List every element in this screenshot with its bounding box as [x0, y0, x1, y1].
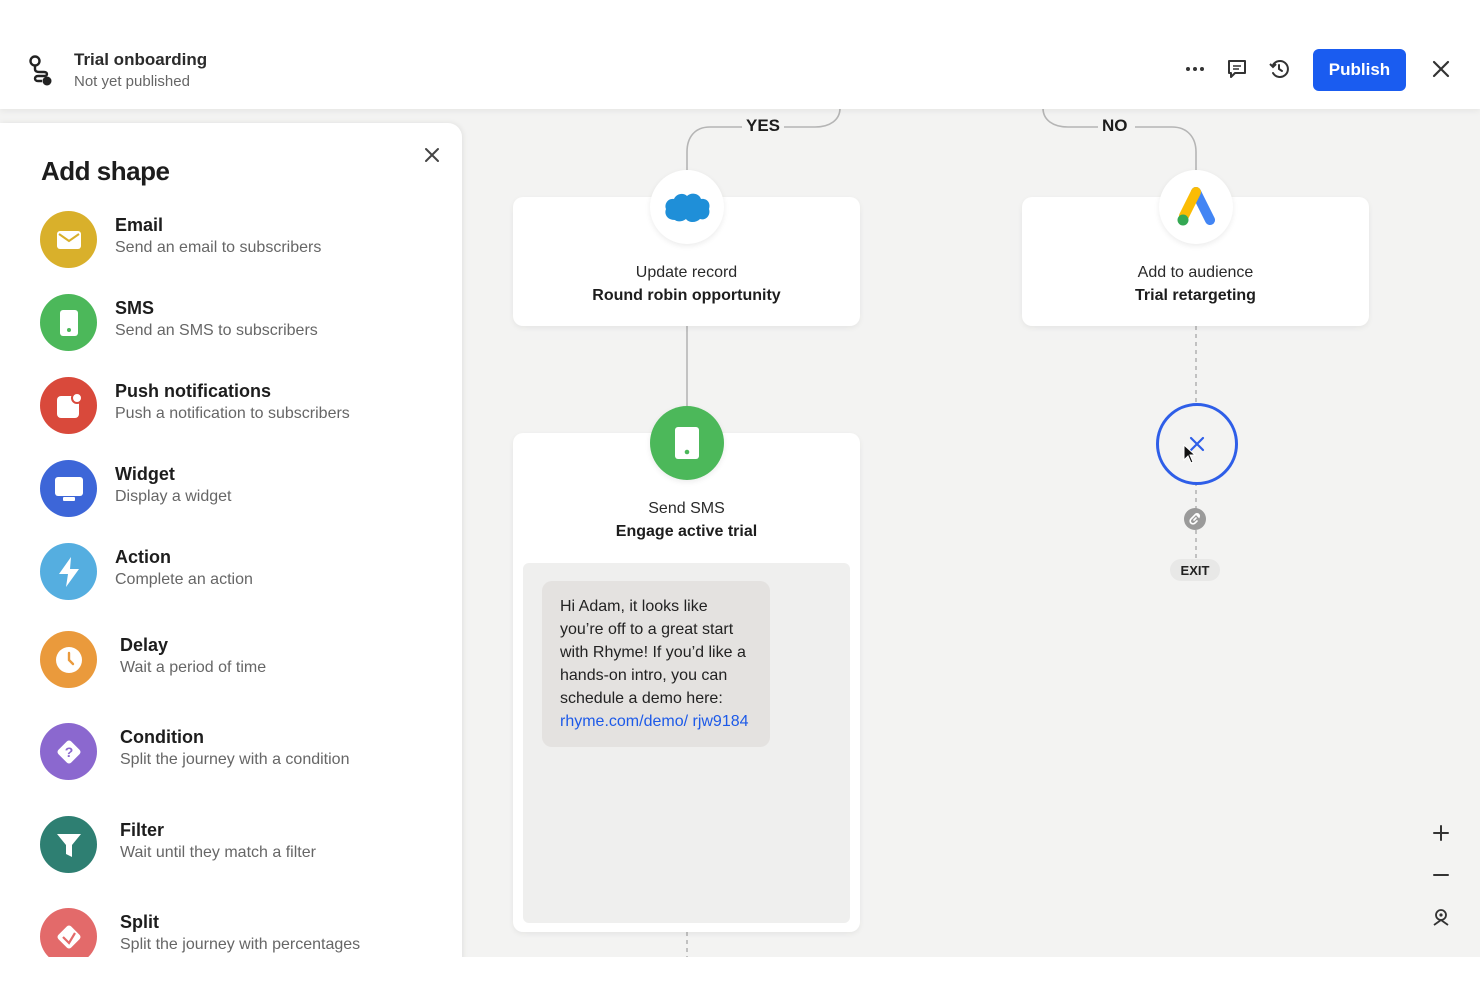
shape-email[interactable]: Email Send an email to subscribers: [40, 211, 440, 271]
shape-name: Filter: [120, 820, 165, 840]
shape-widget[interactable]: Widget Display a widget: [40, 460, 440, 520]
shape-name: Split: [120, 912, 159, 932]
bolt-icon: [40, 543, 97, 600]
filter-icon: [40, 816, 97, 873]
shape-desc: Send an email to subscribers: [115, 239, 322, 256]
sms-message-bubble: Hi Adam, it looks like you’re off to a g…: [542, 581, 770, 747]
shape-name: Delay: [120, 635, 169, 655]
node-name-label: Engage active trial: [615, 523, 758, 540]
exit-badge: EXIT: [1170, 559, 1220, 581]
google-ads-icon: [1159, 170, 1233, 244]
phone-icon: [650, 406, 724, 480]
sms-message-link[interactable]: rhyme.com/demo/ rjw9184: [560, 713, 749, 730]
email-icon: [40, 211, 97, 268]
link-icon[interactable]: [1184, 508, 1206, 530]
shape-desc: Complete an action: [115, 571, 253, 588]
send-sms-node[interactable]: Send SMS Engage active trial Hi Adam, it…: [513, 433, 860, 932]
more-icon[interactable]: [1182, 56, 1208, 82]
shape-delay[interactable]: Delay Wait a period of time: [40, 631, 440, 691]
node-type-label: Update record: [635, 264, 738, 281]
close-panel-button[interactable]: [420, 143, 444, 167]
salesforce-icon: [650, 170, 724, 244]
no-branch-label: NO: [1098, 116, 1132, 136]
shape-name: Action: [115, 547, 171, 567]
shape-sms[interactable]: SMS Send an SMS to subscribers: [40, 294, 440, 354]
shape-condition[interactable]: ? Condition Split the journey with a con…: [40, 723, 440, 783]
journey-title: Trial onboarding: [74, 50, 208, 69]
shape-desc: Split the journey with a condition: [120, 751, 350, 768]
node-name-label: Trial retargeting: [1135, 287, 1256, 304]
journey-builder: YES NO Update record Round robin opportu…: [0, 0, 1480, 957]
shape-push-notifications[interactable]: Push notifications Push a notification t…: [40, 377, 440, 437]
top-bar: Trial onboarding Not yet published Publi…: [0, 0, 1480, 109]
shape-name: Email: [115, 215, 164, 235]
split-icon: [40, 908, 97, 957]
mouse-cursor-icon: [1183, 444, 1197, 464]
node-type-label: Add to audience: [1137, 264, 1254, 281]
zoom-in-icon[interactable]: [1428, 820, 1454, 846]
sms-message-text: Hi Adam, it looks like you’re off to a g…: [560, 598, 746, 707]
add-shape-panel: Add shape Email Send an email to subscri…: [0, 123, 462, 957]
shape-desc: Push a notification to subscribers: [115, 405, 350, 422]
shape-action[interactable]: Action Complete an action: [40, 543, 440, 603]
question-icon: ?: [40, 723, 97, 780]
svg-text:?: ?: [64, 744, 73, 760]
close-icon[interactable]: [1428, 56, 1454, 82]
shape-desc: Send an SMS to subscribers: [115, 322, 318, 339]
shape-name: SMS: [115, 298, 155, 318]
phone-icon: [40, 294, 97, 351]
shape-name: Push notifications: [115, 381, 272, 401]
shape-desc: Split the journey with percentages: [120, 936, 361, 953]
comment-icon[interactable]: [1224, 56, 1250, 82]
sms-preview-area: Hi Adam, it looks like you’re off to a g…: [523, 563, 850, 923]
recenter-icon[interactable]: [1428, 904, 1454, 930]
shape-desc: Wait until they match a filter: [120, 844, 316, 861]
shape-split[interactable]: Split Split the journey with percentages: [40, 908, 440, 957]
publish-status: Not yet published: [74, 73, 190, 90]
shape-name: Condition: [120, 727, 204, 747]
publish-button[interactable]: Publish: [1313, 49, 1406, 91]
remove-node-button[interactable]: [1156, 403, 1238, 485]
shape-desc: Display a widget: [115, 488, 232, 505]
flow-icon: [26, 55, 56, 87]
zoom-out-icon[interactable]: [1428, 862, 1454, 888]
shape-desc: Wait a period of time: [120, 659, 267, 676]
node-name-label: Round robin opportunity: [592, 287, 781, 304]
widget-icon: [40, 460, 97, 517]
yes-branch-label: YES: [742, 116, 785, 136]
close-icon: [425, 148, 439, 162]
panel-title: Add shape: [41, 156, 170, 186]
history-icon[interactable]: [1266, 56, 1292, 82]
shape-name: Widget: [115, 464, 175, 484]
clock-icon: [40, 631, 97, 688]
push-icon: [40, 377, 97, 434]
shape-filter[interactable]: Filter Wait until they match a filter: [40, 816, 440, 876]
node-type-label: Send SMS: [648, 500, 725, 517]
